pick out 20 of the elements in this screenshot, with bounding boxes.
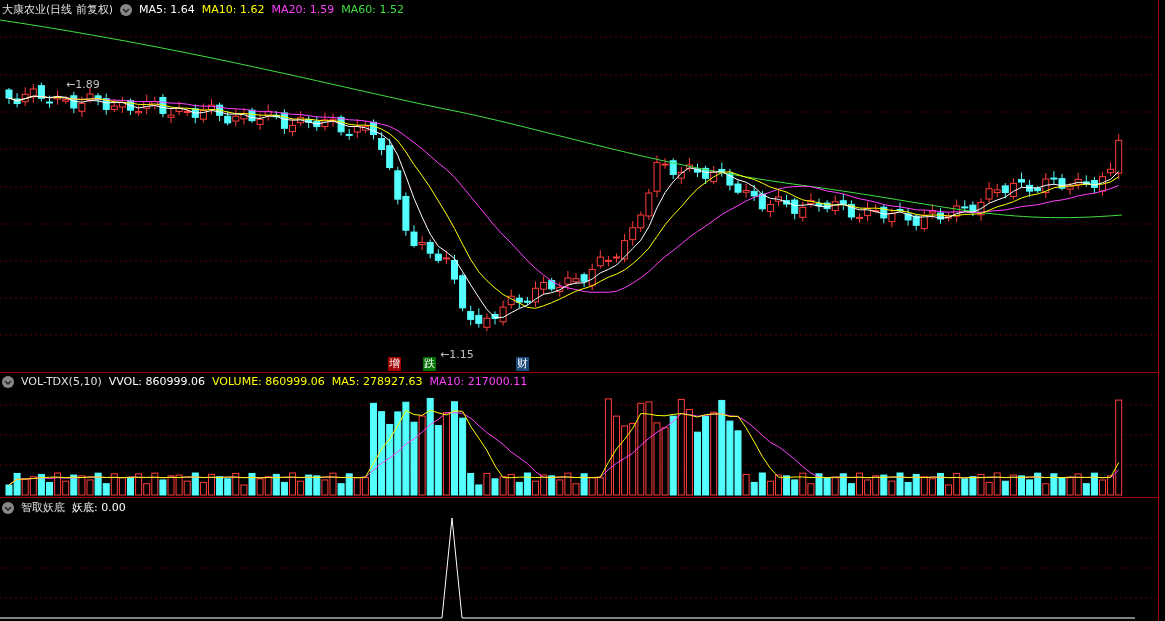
dropdown-icon[interactable] [2, 375, 14, 388]
moving-average-reading: MA60: 1.52 [341, 3, 404, 16]
indicator-name: 智取妖底 [21, 500, 65, 515]
indicator-name: VOL-TDX(5,10) [21, 375, 102, 388]
high-price-label: ←1.89 [66, 78, 100, 91]
volume-reading: MA10: 217000.11 [429, 375, 528, 388]
indicator-reading: 妖底: 0.00 [72, 500, 126, 515]
moving-average-reading: MA20: 1.59 [271, 3, 335, 16]
dropdown-icon[interactable] [2, 501, 14, 514]
signal-tag: 增 [388, 357, 401, 371]
moving-average-reading: MA5: 1.64 [139, 3, 195, 16]
signal-tag: 财 [516, 357, 529, 371]
volume-reading: VVOL: 860999.06 [108, 375, 206, 388]
moving-average-reading: MA10: 1.62 [201, 3, 265, 16]
dropdown-icon[interactable] [120, 3, 133, 16]
stock-title: 大康农业(日线 前复权) [2, 2, 114, 17]
low-price-label: ←1.15 [440, 348, 474, 361]
signal-tag: 跌 [423, 357, 436, 371]
volume-reading: MA5: 278927.63 [331, 375, 423, 388]
volume-reading: VOLUME: 860999.06 [212, 375, 325, 388]
